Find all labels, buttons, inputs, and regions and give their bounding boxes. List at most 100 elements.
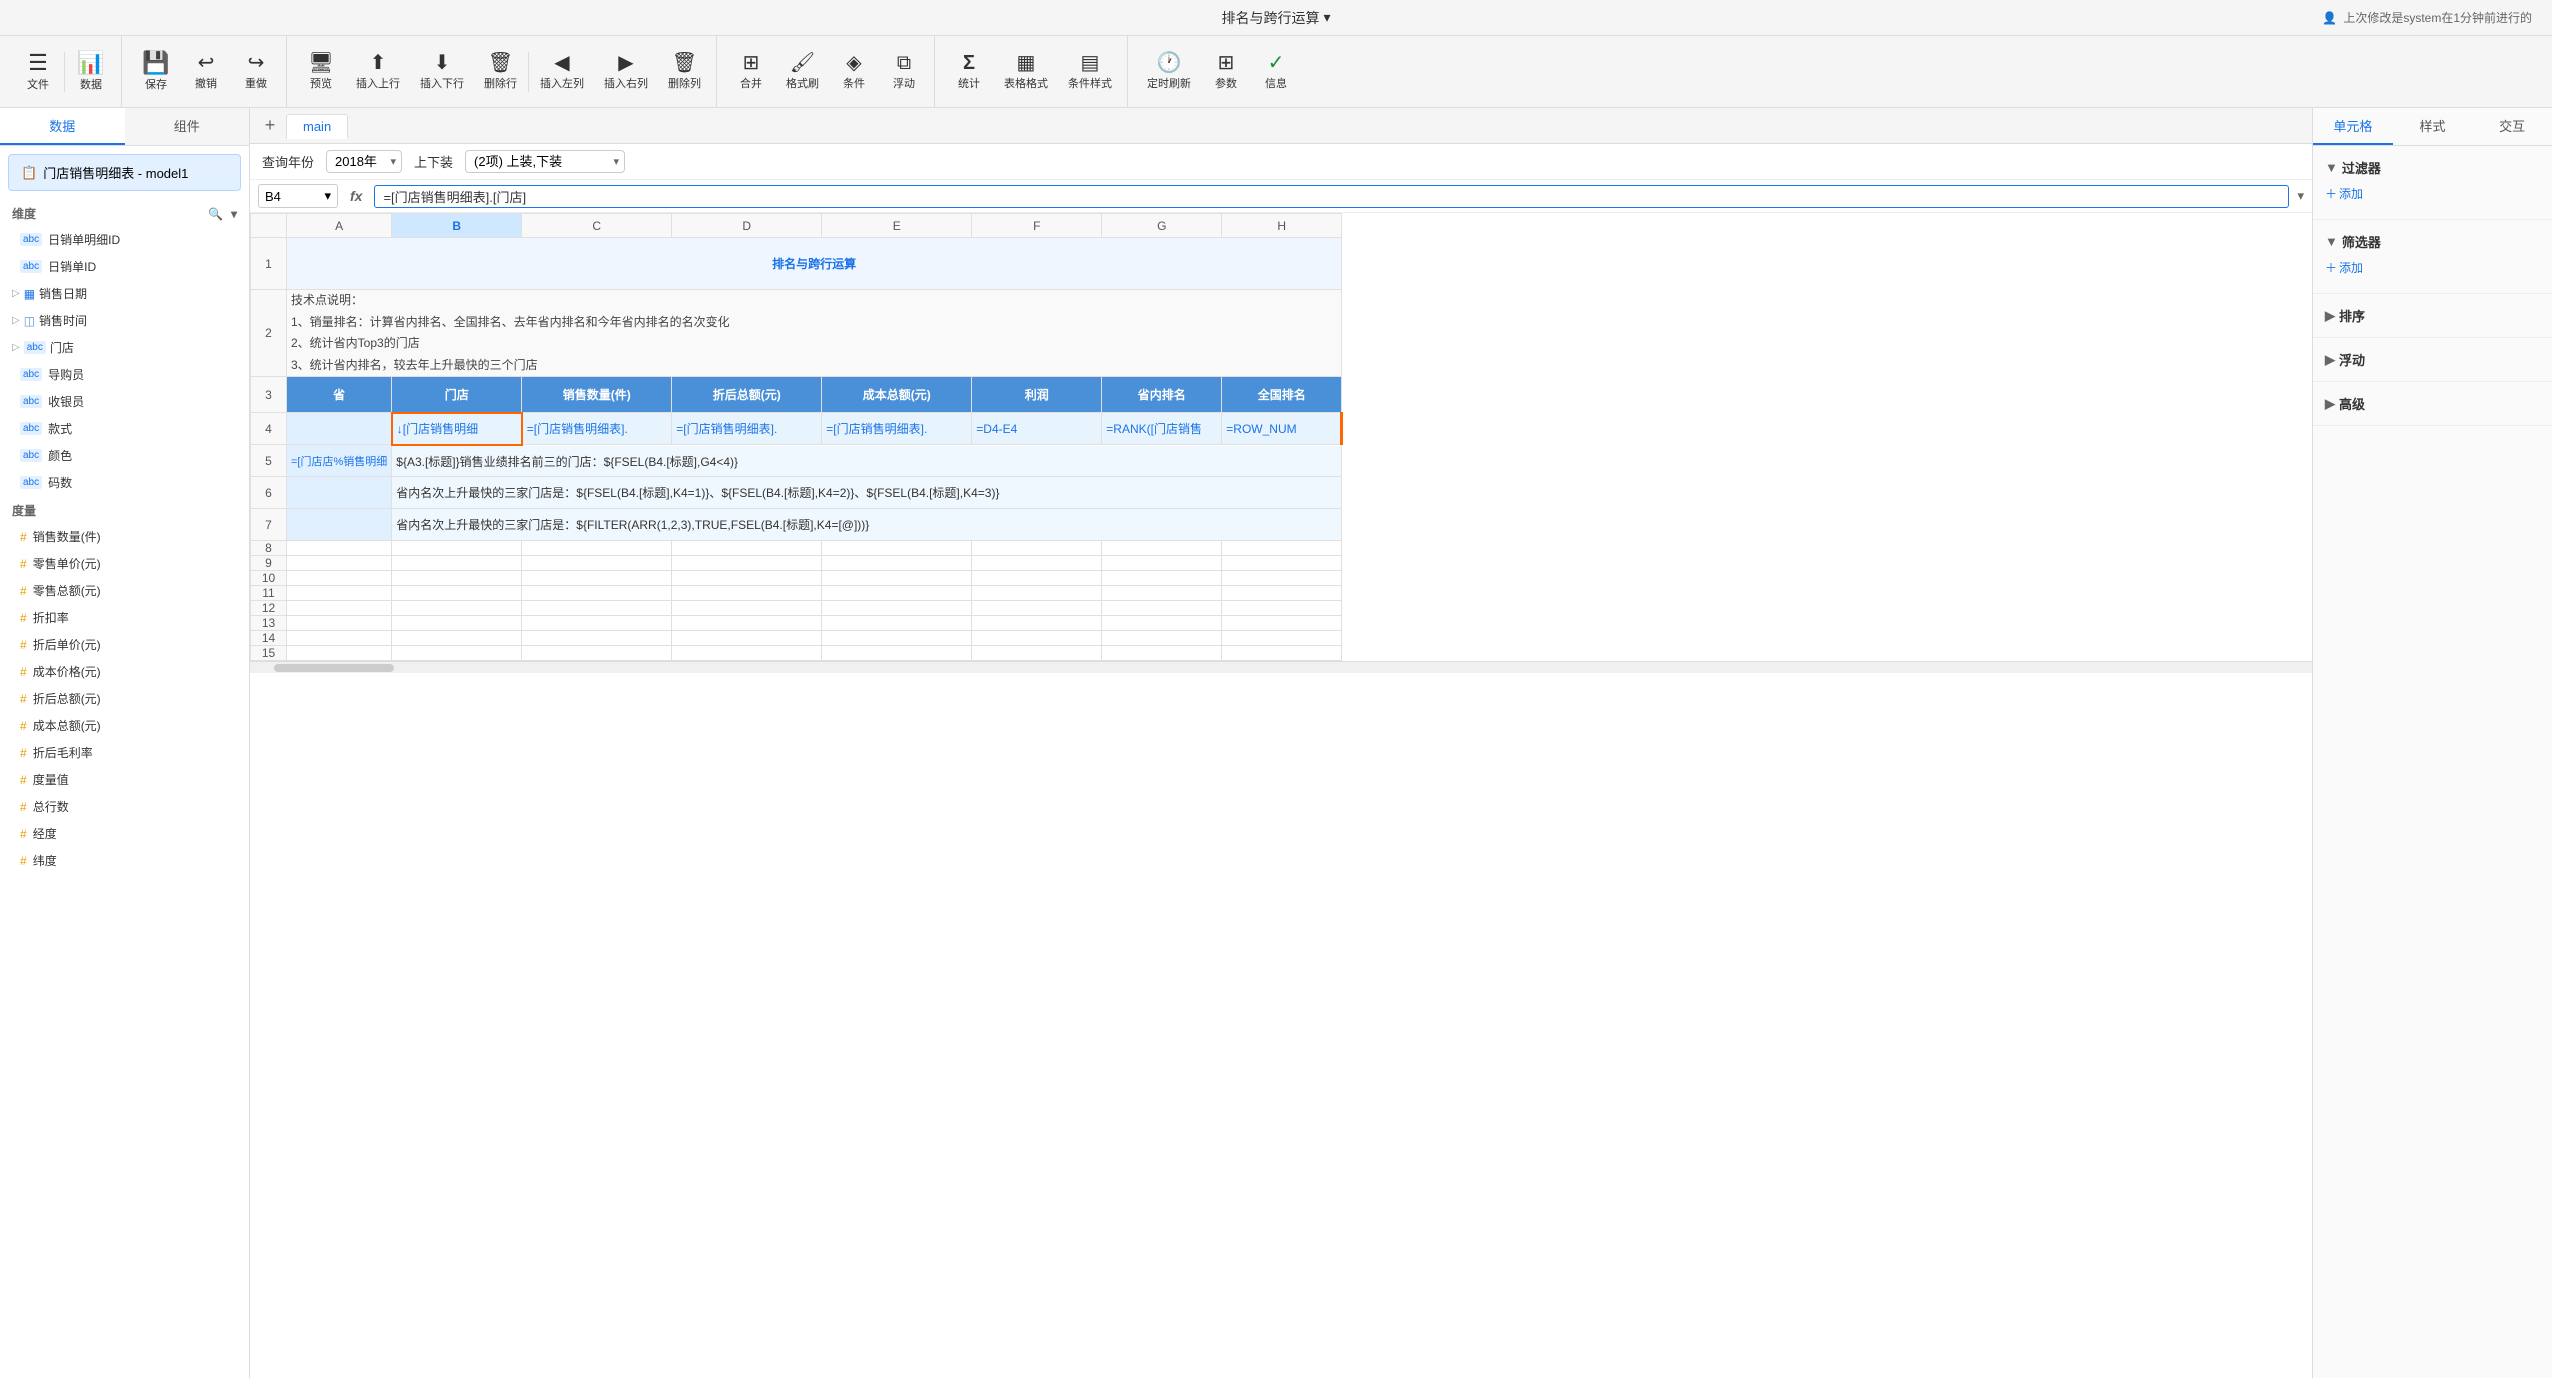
float-button[interactable]: ⧉ 浮动	[880, 43, 928, 101]
float-section-header[interactable]: ▶ 浮动	[2325, 346, 2540, 373]
sidebar-item-latitude[interactable]: # 纬度	[0, 847, 249, 874]
grid-container[interactable]: A B C D E F G H 1 排名与跨行运算	[250, 213, 2312, 1378]
filter-add-button[interactable]: ＋ 添加	[2325, 185, 2540, 202]
sidebar-item-store[interactable]: ▷ abc 门店	[0, 334, 249, 361]
data-cell-h4[interactable]: =ROW_NUM	[1222, 413, 1342, 445]
cell-ref-dropdown-icon[interactable]: ▾	[324, 188, 331, 204]
selector-add-button[interactable]: ＋ 添加	[2325, 259, 2540, 276]
sidebar-item-measure-value[interactable]: # 度量值	[0, 766, 249, 793]
sidebar-item-sales-qty[interactable]: # 销售数量(件)	[0, 523, 249, 550]
redo-button[interactable]: ↪ 重做	[232, 43, 280, 101]
sidebar-tab-data[interactable]: 数据	[0, 108, 125, 145]
timer-refresh-button[interactable]: 🕐 定时刷新	[1138, 43, 1200, 101]
params-button[interactable]: ⊞ 参数	[1202, 43, 1250, 101]
undo-button[interactable]: ↩ 撤销	[182, 43, 230, 101]
add-sheet-button[interactable]: +	[258, 114, 282, 138]
delete-row-button[interactable]: 🗑 删除行	[475, 43, 526, 101]
sidebar-tab-component[interactable]: 组件	[125, 108, 250, 145]
sidebar-item-retail-total[interactable]: # 零售总额(元)	[0, 577, 249, 604]
search-icon[interactable]: 🔍	[208, 207, 223, 221]
col-header-d[interactable]: D	[672, 214, 822, 238]
header-sales-qty[interactable]: 销售数量(件)	[522, 377, 672, 413]
insert-up-button[interactable]: ⬆ 插入上行	[347, 43, 409, 101]
delete-col-button[interactable]: 🗑 删除列	[659, 43, 710, 101]
sidebar-item-retail-price[interactable]: # 零售单价(元)	[0, 550, 249, 577]
sidebar-item-cost-price[interactable]: # 成本价格(元)	[0, 658, 249, 685]
info-button[interactable]: ✓ 信息	[1252, 43, 1300, 101]
right-tab-interact[interactable]: 交互	[2472, 108, 2552, 145]
stats-button[interactable]: Σ 统计	[945, 43, 993, 101]
sidebar-item-color[interactable]: abc 颜色	[0, 442, 249, 469]
insert-left-button[interactable]: ◀ 插入左列	[531, 43, 593, 101]
horizontal-scrollbar[interactable]	[250, 661, 2312, 673]
sidebar-item-style[interactable]: abc 款式	[0, 415, 249, 442]
formula-cell-a5[interactable]: =[门店店%销售明细	[287, 445, 392, 477]
formula-expand-icon[interactable]: ▾	[2297, 188, 2304, 204]
filter-section-header[interactable]: ▼ 过滤器	[2325, 154, 2540, 181]
sidebar-item-daily-id[interactable]: abc 日销单ID	[0, 253, 249, 280]
sidebar-item-guide[interactable]: abc 导购员	[0, 361, 249, 388]
header-province[interactable]: 省	[287, 377, 392, 413]
data-button[interactable]: 📊 数据	[67, 43, 115, 101]
formula-cell-a6[interactable]	[287, 477, 392, 509]
sidebar-item-cashier[interactable]: abc 收银员	[0, 388, 249, 415]
header-provincial-rank[interactable]: 省内排名	[1102, 377, 1222, 413]
formula-cell-b5[interactable]: ${A3.[标题]}销售业绩排名前三的门店：${FSEL(B4.[标题],G4<…	[392, 445, 1342, 477]
header-discounted-total[interactable]: 折后总额(元)	[672, 377, 822, 413]
insert-down-button[interactable]: ⬇ 插入下行	[411, 43, 473, 101]
col-header-e[interactable]: E	[822, 214, 972, 238]
formula-cell-b6[interactable]: 省内名次上升最快的三家门店是：${FSEL(B4.[标题],K4=1)}、${F…	[392, 477, 1342, 509]
cond-format-button[interactable]: ▤ 条件样式	[1059, 43, 1121, 101]
insert-right-button[interactable]: ▶ 插入右列	[595, 43, 657, 101]
merge-button[interactable]: ⊞ 合并	[727, 43, 775, 101]
right-tab-cell[interactable]: 单元格	[2313, 108, 2393, 145]
data-cell-b4[interactable]: ↓[门店销售明细	[392, 413, 522, 445]
header-cost-total[interactable]: 成本总额(元)	[822, 377, 972, 413]
sidebar-item-total-rows[interactable]: # 总行数	[0, 793, 249, 820]
selector-section-header[interactable]: ▼ 筛选器	[2325, 228, 2540, 255]
filter-updown-select-wrapper[interactable]: (2项) 上装,下装	[465, 150, 625, 173]
data-cell-e4[interactable]: =[门店销售明细表].	[822, 413, 972, 445]
filter-updown-select[interactable]: (2项) 上装,下装	[465, 150, 625, 173]
col-header-a[interactable]: A	[287, 214, 392, 238]
format-brush-button[interactable]: 🖌 格式刷	[777, 43, 828, 101]
header-national-rank[interactable]: 全国排名	[1222, 377, 1342, 413]
data-cell-g4[interactable]: =RANK([门店销售	[1102, 413, 1222, 445]
description-cell[interactable]: 技术点说明： 1、销量排名：计算省内排名、全国排名、去年省内排名和今年省内排名的…	[287, 290, 1342, 377]
right-tab-style[interactable]: 样式	[2393, 108, 2473, 145]
header-profit[interactable]: 利润	[972, 377, 1102, 413]
filter-expand-icon[interactable]: ▾	[231, 207, 237, 221]
sidebar-item-sale-date[interactable]: ▷ ▦ 销售日期	[0, 280, 249, 307]
data-cell-f4[interactable]: =D4-E4	[972, 413, 1102, 445]
sidebar-item-size[interactable]: abc 码数	[0, 469, 249, 496]
data-cell-c4[interactable]: =[门店销售明细表].	[522, 413, 672, 445]
sidebar-item-sale-time[interactable]: ▷ ◫ 销售时间	[0, 307, 249, 334]
col-header-c[interactable]: C	[522, 214, 672, 238]
sidebar-item-discount[interactable]: # 折扣率	[0, 604, 249, 631]
preview-button[interactable]: 🖥 预览	[297, 43, 345, 101]
col-header-g[interactable]: G	[1102, 214, 1222, 238]
formula-cell-a7[interactable]	[287, 509, 392, 541]
filter-year-select[interactable]: 2018年	[326, 150, 402, 173]
save-button[interactable]: 💾 保存	[132, 43, 180, 101]
data-cell-d4[interactable]: =[门店销售明细表].	[672, 413, 822, 445]
sidebar-item-cost-total[interactable]: # 成本总额(元)	[0, 712, 249, 739]
col-header-h[interactable]: H	[1222, 214, 1342, 238]
sidebar-item-daily-detail-id[interactable]: abc 日销单明细ID	[0, 226, 249, 253]
formula-input[interactable]	[374, 185, 2289, 208]
sidebar-item-longitude[interactable]: # 经度	[0, 820, 249, 847]
title-cell[interactable]: 排名与跨行运算	[287, 238, 1342, 290]
sidebar-item-discounted-price[interactable]: # 折后单价(元)	[0, 631, 249, 658]
filter-year-select-wrapper[interactable]: 2018年	[326, 150, 402, 173]
model-item[interactable]: 📋 门店销售明细表 - model1	[8, 154, 241, 191]
advanced-section-header[interactable]: ▶ 高级	[2325, 390, 2540, 417]
sidebar-item-discounted-total[interactable]: # 折后总额(元)	[0, 685, 249, 712]
col-header-f[interactable]: F	[972, 214, 1102, 238]
sheet-tab-main[interactable]: main	[286, 114, 348, 139]
header-store[interactable]: 门店	[392, 377, 522, 413]
sidebar-item-gross-margin[interactable]: # 折后毛利率	[0, 739, 249, 766]
condition-button[interactable]: ◈ 条件	[830, 43, 878, 101]
scroll-thumb[interactable]	[274, 664, 394, 672]
sort-section-header[interactable]: ▶ 排序	[2325, 302, 2540, 329]
col-header-b[interactable]: B	[392, 214, 522, 238]
